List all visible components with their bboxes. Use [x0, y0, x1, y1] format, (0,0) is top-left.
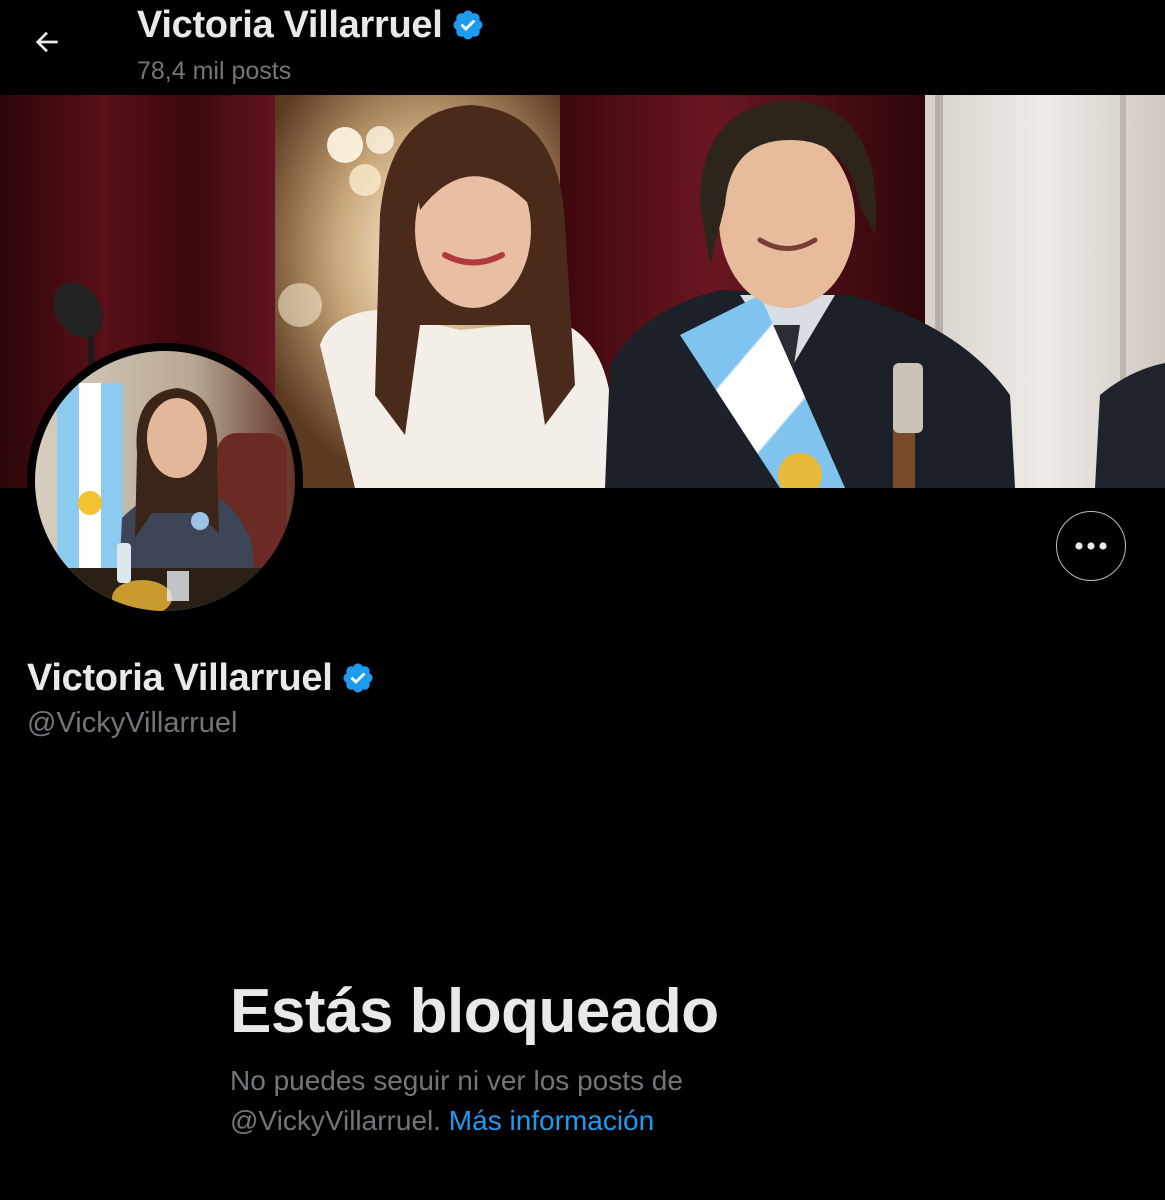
- verified-badge-icon[interactable]: [341, 661, 375, 695]
- more-options-button[interactable]: [1056, 511, 1126, 581]
- blocked-message: No puedes seguir ni ver los posts de @Vi…: [230, 1061, 750, 1141]
- blocked-title: Estás bloqueado: [230, 977, 719, 1046]
- learn-more-link[interactable]: Más información: [449, 1105, 654, 1136]
- profile-display-name: Victoria Villarruel: [27, 656, 333, 699]
- more-horizontal-icon: [1075, 542, 1107, 550]
- back-button[interactable]: [22, 20, 72, 64]
- blocked-message-text: No puedes seguir ni ver los posts de: [230, 1065, 683, 1096]
- verified-badge-icon: [451, 8, 485, 42]
- profile-name-row: Victoria Villarruel: [27, 655, 375, 701]
- header-title: Victoria Villarruel: [137, 3, 443, 46]
- profile-header-bar: Victoria Villarruel 78,4 mil posts: [0, 0, 1165, 95]
- arrow-left-icon: [35, 31, 58, 53]
- profile-avatar[interactable]: [27, 343, 303, 619]
- blocked-message-handle: @VickyVillarruel.: [230, 1105, 442, 1136]
- posts-count: 78,4 mil posts: [137, 57, 292, 85]
- header-title-row: Victoria Villarruel: [137, 3, 485, 47]
- avatar-photo: [27, 343, 303, 619]
- profile-handle: @VickyVillarruel: [27, 707, 238, 739]
